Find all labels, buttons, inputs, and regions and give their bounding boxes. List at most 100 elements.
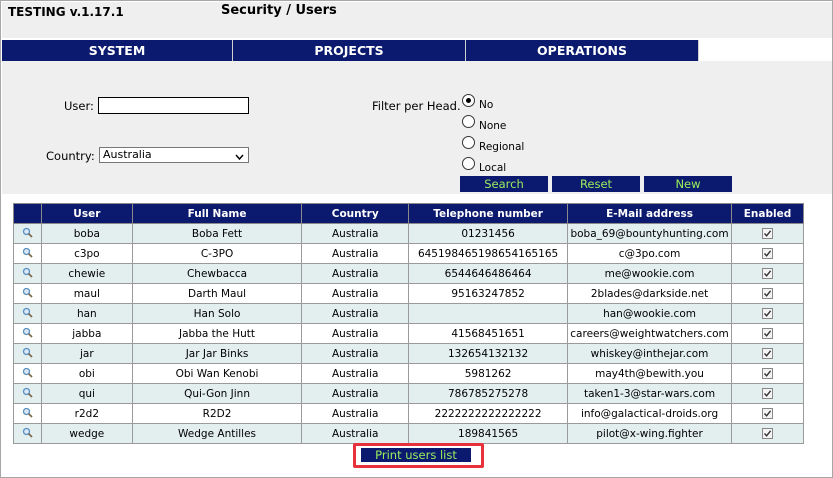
cell-country: Australia [301,303,410,324]
top-header: TESTING v.1.17.1 Security / Users [2,2,832,38]
search-button[interactable]: Search [460,176,548,192]
magnifier-icon[interactable] [22,327,33,338]
table-row[interactable]: c3po C-3PO Australia 645198465198654165165 c… [13,243,804,264]
cell-enabled[interactable] [731,303,804,324]
radio-label: Regional [479,140,525,153]
cell-enabled[interactable] [731,263,804,284]
table-row[interactable]: chewie Chewbacca Australia 6544646486464 me@… [13,263,804,284]
cell-telephone: 189841565 [408,423,569,444]
cell-full-name: Chewbacca [131,263,303,284]
radio-option-regional[interactable]: Regional [462,136,524,153]
checkbox-checked-icon[interactable] [762,328,773,339]
print-users-button[interactable]: Print users list [361,448,471,462]
cell-telephone: 645198465198654165165 [408,243,569,264]
cell-enabled[interactable] [731,403,804,424]
cell-enabled[interactable] [731,243,804,264]
cell-email: c@3po.com [567,243,733,264]
radio-button[interactable] [462,115,475,128]
column-header-email[interactable]: E-Mail address [567,203,733,224]
checkbox-checked-icon[interactable] [762,368,773,379]
checkbox-checked-icon[interactable] [762,268,773,279]
row-action-cell[interactable] [13,363,42,384]
magnifier-icon[interactable] [22,227,33,238]
new-button[interactable]: New [644,176,732,192]
menu-system[interactable]: SYSTEM [2,40,233,61]
radio-button[interactable] [462,94,475,107]
row-action-cell[interactable] [13,303,42,324]
radio-option-no[interactable]: No [462,94,493,111]
row-action-cell[interactable] [13,403,42,424]
column-header-full-name[interactable]: Full Name [131,203,303,224]
table-row[interactable]: han Han Solo Australia han@wookie.com [13,303,804,324]
radio-label: No [479,98,494,111]
radio-button[interactable] [462,157,475,170]
cell-email: pilot@x-wing.fighter [567,423,733,444]
cell-country: Australia [301,283,410,304]
checkbox-checked-icon[interactable] [762,228,773,239]
table-row[interactable]: maul Darth Maul Australia 95163247852 2blade… [13,283,804,304]
menu-operations[interactable]: OPERATIONS [466,40,699,61]
row-action-cell[interactable] [13,423,42,444]
magnifier-icon[interactable] [22,267,33,278]
magnifier-icon[interactable] [22,387,33,398]
row-action-cell[interactable] [13,263,42,284]
magnifier-icon[interactable] [22,367,33,378]
checkbox-checked-icon[interactable] [762,428,773,439]
row-action-cell[interactable] [13,323,42,344]
cell-enabled[interactable] [731,423,804,444]
checkbox-checked-icon[interactable] [762,288,773,299]
row-action-cell[interactable] [13,223,42,244]
checkbox-checked-icon[interactable] [762,248,773,259]
cell-full-name: Han Solo [131,303,303,324]
radio-option-local[interactable]: Local [462,157,506,174]
reset-button[interactable]: Reset [552,176,640,192]
row-action-cell[interactable] [13,343,42,364]
cell-enabled[interactable] [731,283,804,304]
menu-projects[interactable]: PROJECTS [233,40,466,61]
user-input[interactable] [98,97,249,114]
radio-button[interactable] [462,136,475,149]
column-header-telephone[interactable]: Telephone number [408,203,569,224]
cell-enabled[interactable] [731,323,804,344]
cell-email: info@galactical-droids.org [567,403,733,424]
cell-country: Australia [301,223,410,244]
table-row[interactable]: wedge Wedge Antilles Australia 189841565 pil… [13,423,804,444]
cell-full-name: Boba Fett [131,223,303,244]
magnifier-icon[interactable] [22,287,33,298]
magnifier-icon[interactable] [22,347,33,358]
table-row[interactable]: boba Boba Fett Australia 01231456 boba_69@bo… [13,223,804,244]
table-row[interactable]: r2d2 R2D2 Australia 2222222222222222 info@ga… [13,403,804,424]
main-menu: SYSTEM PROJECTS OPERATIONS [2,38,832,61]
checkbox-checked-icon[interactable] [762,388,773,399]
magnifier-icon[interactable] [22,307,33,318]
column-header-country[interactable]: Country [301,203,410,224]
checkbox-checked-icon[interactable] [762,308,773,319]
magnifier-icon[interactable] [22,247,33,258]
cell-telephone: 41568451651 [408,323,569,344]
cell-enabled[interactable] [731,383,804,404]
cell-enabled[interactable] [731,363,804,384]
column-header-user[interactable]: User [40,203,133,224]
table-row[interactable]: obi Obi Wan Kenobi Australia 5981262 may4th@… [13,363,804,384]
cell-enabled[interactable] [731,223,804,244]
checkbox-checked-icon[interactable] [762,408,773,419]
magnifier-icon[interactable] [22,407,33,418]
cell-telephone: 786785275278 [408,383,569,404]
cell-country: Australia [301,403,410,424]
radio-option-none[interactable]: None [462,115,506,132]
row-action-cell[interactable] [13,383,42,404]
cell-user: jabba [40,323,133,344]
table-row[interactable]: jar Jar Jar Binks Australia 132654132132 whi… [13,343,804,364]
cell-enabled[interactable] [731,343,804,364]
country-select[interactable]: Australia [99,147,249,163]
checkbox-checked-icon[interactable] [762,348,773,359]
magnifier-icon[interactable] [22,427,33,438]
table-row[interactable]: jabba Jabba the Hutt Australia 41568451651 c… [13,323,804,344]
cell-full-name: R2D2 [131,403,303,424]
cell-full-name: Obi Wan Kenobi [131,363,303,384]
row-action-cell[interactable] [13,243,42,264]
table-row[interactable]: qui Qui-Gon Jinn Australia 786785275278 take… [13,383,804,404]
column-header-enabled[interactable]: Enabled [731,203,804,224]
cell-user: wedge [40,423,133,444]
row-action-cell[interactable] [13,283,42,304]
